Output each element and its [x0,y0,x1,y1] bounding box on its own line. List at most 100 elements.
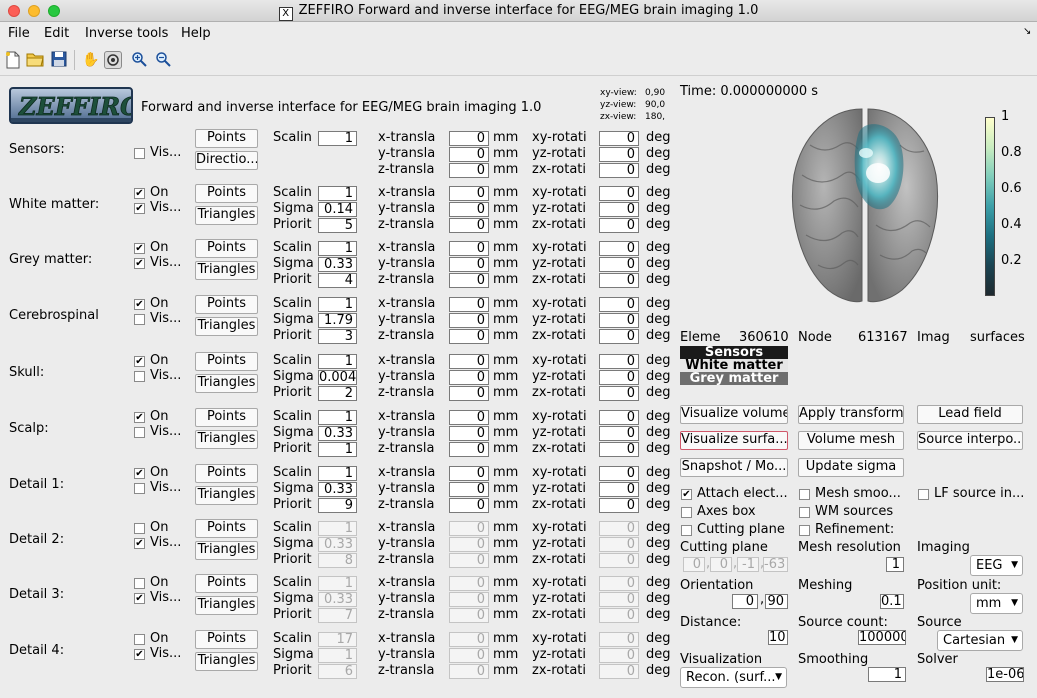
option-checkbox[interactable] [918,489,929,500]
source-count-field[interactable]: 100000 [858,630,906,645]
x-translate-field[interactable]: 0 [449,576,489,591]
visualization-dropdown[interactable]: Recon. (surf... ▼ [680,667,787,688]
orientation-b[interactable]: 90 [765,594,788,609]
x-translate-field[interactable]: 0 [449,241,489,256]
skull-triangles-button[interactable]: Triangles [195,374,258,393]
priority-field[interactable]: 7 [318,608,357,623]
option-checkbox[interactable] [799,507,810,518]
z-translate-field[interactable]: 0 [449,329,489,344]
xy-rotate-field[interactable]: 0 [599,632,639,647]
option-checkbox[interactable] [681,507,692,518]
zx-rotate-field[interactable]: 0 [599,442,639,457]
x-translate-field[interactable]: 0 [449,297,489,312]
z-translate-field[interactable]: 0 [449,273,489,288]
y-translate-field[interactable]: 0 [449,648,489,663]
y-translate-field[interactable]: 0 [449,202,489,217]
visible-checkbox[interactable] [134,148,145,159]
points-button[interactable]: Points [195,239,258,258]
x-translate-field[interactable]: 0 [449,521,489,536]
sensors-directions-button[interactable]: Directio... [195,151,258,170]
y-translate-field[interactable]: 0 [449,592,489,607]
yz-rotate-field[interactable]: 0 [599,147,639,162]
x-translate-field[interactable]: 0 [449,131,489,146]
points-button[interactable]: Points [195,184,258,203]
on-checkbox[interactable]: ✔ [134,299,145,310]
scalp-triangles-button[interactable]: Triangles [195,430,258,449]
scaling-field[interactable]: 1 [318,466,357,481]
cutting-plane-b[interactable]: 0 [710,557,732,572]
orientation-a[interactable]: 0 [732,594,758,609]
zx-rotate-field[interactable]: 0 [599,329,639,344]
on-checkbox[interactable]: ✔ [134,188,145,199]
y-translate-field[interactable]: 0 [449,370,489,385]
xy-rotate-field[interactable]: 0 [599,410,639,425]
volume-mesh-button[interactable]: Volume mesh [798,431,904,450]
scaling-field[interactable]: 1 [318,354,357,369]
open-folder-icon[interactable] [26,51,44,69]
sigma-field[interactable]: 0.33 [318,537,357,552]
detail-1-triangles-button[interactable]: Triangles [195,486,258,505]
points-button[interactable]: Points [195,519,258,538]
save-icon[interactable] [50,51,68,69]
zx-rotate-field[interactable]: 0 [599,664,639,679]
zx-rotate-field[interactable]: 0 [599,608,639,623]
points-button[interactable]: Points [195,464,258,483]
visible-checkbox[interactable] [134,371,145,382]
visible-checkbox[interactable]: ✔ [134,538,145,549]
visualize-surface-button[interactable]: Visualize surfa... [680,431,788,450]
xy-rotate-field[interactable]: 0 [599,354,639,369]
points-button[interactable]: Points [195,408,258,427]
xy-rotate-field[interactable]: 0 [599,241,639,256]
z-translate-field[interactable]: 0 [449,498,489,513]
y-translate-field[interactable]: 0 [449,426,489,441]
menu-help[interactable]: Help [181,26,211,41]
on-checkbox[interactable] [134,578,145,589]
xy-rotate-field[interactable]: 0 [599,521,639,536]
x-translate-field[interactable]: 0 [449,354,489,369]
on-checkbox[interactable]: ✔ [134,468,145,479]
solver-tolerance-field[interactable]: 1e-06 [986,667,1024,682]
meshing-field[interactable]: 0.1 [880,594,904,609]
z-translate-field[interactable]: 0 [449,442,489,457]
priority-field[interactable]: 1 [318,442,357,457]
points-button[interactable]: Points [195,129,258,148]
option-checkbox[interactable] [799,489,810,500]
y-translate-field[interactable]: 0 [449,257,489,272]
scaling-field[interactable]: 1 [318,241,357,256]
x-translate-field[interactable]: 0 [449,466,489,481]
sigma-field[interactable]: 0.33 [318,482,357,497]
new-file-icon[interactable] [4,51,22,69]
toolbar-toggle-icon[interactable]: ↘ [1023,26,1031,37]
on-checkbox[interactable]: ✔ [134,243,145,254]
z-translate-field[interactable]: 0 [449,218,489,233]
priority-field[interactable]: 6 [318,664,357,679]
points-button[interactable]: Points [195,574,258,593]
zoom-out-icon[interactable] [154,51,172,69]
y-translate-field[interactable]: 0 [449,537,489,552]
rotate-3d-icon[interactable] [104,51,122,69]
white-matter-triangles-button[interactable]: Triangles [195,206,258,225]
source-interpolation-button[interactable]: Source interpo... [917,431,1023,450]
mesh-resolution-field[interactable]: 1 [886,557,904,572]
xy-rotate-field[interactable]: 0 [599,297,639,312]
scaling-field[interactable]: 17 [318,632,357,647]
scaling-field[interactable]: 1 [318,576,357,591]
x-translate-field[interactable]: 0 [449,632,489,647]
sigma-field[interactable]: 0.33 [318,257,357,272]
xy-rotate-field[interactable]: 0 [599,576,639,591]
scaling-field[interactable]: 1 [318,297,357,312]
zx-rotate-field[interactable]: 0 [599,218,639,233]
scaling-field[interactable]: 1 [318,186,357,201]
snapshot-movie-button[interactable]: Snapshot / Mo... [680,458,788,477]
sigma-field[interactable]: 0.33 [318,592,357,607]
x-translate-field[interactable]: 0 [449,186,489,201]
z-translate-field[interactable]: 0 [449,553,489,568]
cutting-plane-a[interactable]: 0 [683,557,705,572]
sigma-field[interactable]: 0.14 [318,202,357,217]
zx-rotate-field[interactable]: 0 [599,386,639,401]
position-unit-dropdown[interactable]: mm ▼ [970,593,1023,614]
visible-checkbox[interactable]: ✔ [134,258,145,269]
on-checkbox[interactable]: ✔ [134,356,145,367]
sigma-field[interactable]: 0.33 [318,426,357,441]
sigma-field[interactable]: 0.004 [318,370,357,385]
